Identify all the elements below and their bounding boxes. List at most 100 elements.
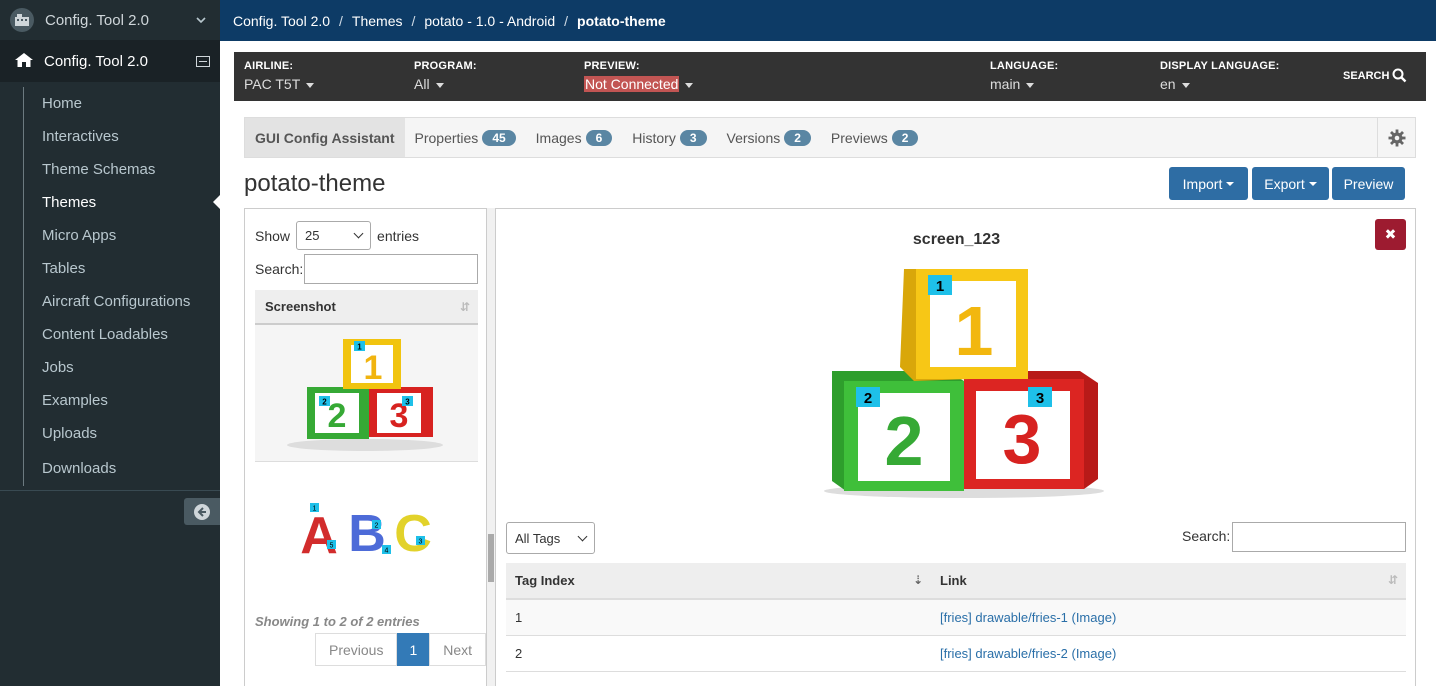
tag-marker-3: 3 <box>1036 390 1044 407</box>
page-title: potato-theme <box>244 170 386 197</box>
page-1-button[interactable]: 1 <box>397 633 430 666</box>
tag-marker-3: 3 <box>405 398 410 407</box>
caret-down-icon <box>1308 181 1317 186</box>
tags-filter-value: All Tags <box>515 530 561 546</box>
link-cell: [fries] drawable/fries-1 (Image) <box>931 599 1406 636</box>
breadcrumb-item[interactable]: potato - 1.0 - Android <box>424 13 555 29</box>
tab-label: GUI Config Assistant <box>255 129 395 146</box>
table-info: Showing 1 to 2 of 2 entries <box>255 614 420 629</box>
sidebar-item-uploads[interactable]: Uploads <box>0 417 220 450</box>
app-logo-icon <box>10 8 34 32</box>
sidebar-item-home[interactable]: Home <box>0 87 220 120</box>
tab-previews[interactable]: Previews 2 <box>821 118 928 157</box>
breadcrumb-separator: / <box>411 12 416 29</box>
tab-properties[interactable]: Properties 45 <box>405 118 526 157</box>
display-language-filter[interactable]: DISPLAY LANGUAGE: en <box>1160 60 1280 92</box>
language-value: main <box>990 76 1021 92</box>
tab-gui-config-assistant[interactable]: GUI Config Assistant <box>245 118 405 157</box>
tag-marker-1: 1 <box>357 343 362 352</box>
screenshot-search-input[interactable] <box>304 254 478 284</box>
breadcrumb-current: potato-theme <box>577 12 666 29</box>
close-button[interactable]: ✖ <box>1375 219 1406 250</box>
sidebar-item-content-loadables[interactable]: Content Loadables <box>0 318 220 351</box>
count-badge: 2 <box>784 129 811 146</box>
screen-name: screen_123 <box>912 231 1001 248</box>
search-label: Search: <box>1182 528 1231 544</box>
sidebar-item-tables[interactable]: Tables <box>0 252 220 285</box>
tag-marker-3: 3 <box>419 539 423 546</box>
preview-button[interactable]: Preview <box>1332 167 1405 200</box>
chevron-down-icon <box>577 531 588 541</box>
sort-icon: ⇵ <box>459 299 470 314</box>
next-page-button[interactable]: Next <box>429 633 487 666</box>
count-badge: 45 <box>482 129 516 146</box>
sidebar-item-themes[interactable]: Themes <box>0 186 220 219</box>
collapse-sidebar-button[interactable] <box>184 498 220 525</box>
breadcrumb: Config. Tool 2.0 / Themes / potato - 1.0… <box>220 0 1436 41</box>
tab-label: History <box>632 129 676 146</box>
previous-page-button[interactable]: Previous <box>315 633 398 666</box>
search-button[interactable]: SEARCH <box>1343 68 1407 83</box>
screen-preview-image: 2 3 1 1 2 3 <box>824 269 1104 498</box>
app-title: Config. Tool 2.0 <box>45 11 149 29</box>
preview-label: PREVIEW: <box>584 60 640 72</box>
gear-icon <box>1388 129 1405 146</box>
scrollbar-thumb[interactable] <box>488 534 494 582</box>
tab-images[interactable]: Images 6 <box>526 118 623 157</box>
pagination: Previous 1 Next <box>315 633 487 666</box>
sidebar-menu: Home Interactives Theme Schemas Themes M… <box>0 87 220 486</box>
airline-filter[interactable]: AIRLINE: PAC T5T <box>244 60 315 92</box>
entries-value: 25 <box>305 228 320 243</box>
sidebar-item-examples[interactable]: Examples <box>0 384 220 417</box>
entries-label: entries <box>377 227 420 244</box>
tags-search-input[interactable] <box>1232 522 1406 552</box>
tag-marker-2: 2 <box>864 390 872 407</box>
home-icon <box>14 52 34 72</box>
tags-filter-select[interactable]: All Tags <box>506 522 595 554</box>
column-label: Tag Index <box>515 573 575 588</box>
sidebar: Config. Tool 2.0 Config. Tool 2.0 Home I… <box>0 0 220 686</box>
panel-scrollbar[interactable] <box>487 208 495 686</box>
sidebar-item-interactives[interactable]: Interactives <box>0 120 220 153</box>
tab-history[interactable]: History 3 <box>622 118 716 157</box>
sidebar-item-micro-apps[interactable]: Micro Apps <box>0 219 220 252</box>
breadcrumb-separator: / <box>339 12 343 29</box>
language-filter[interactable]: LANGUAGE: main <box>990 60 1058 92</box>
tags-table: Tag Index ⇣ Link ⇵ 1 [fries] drawable/frie… <box>506 563 1406 672</box>
airline-label: AIRLINE: <box>244 60 294 72</box>
entries-length: Show 25 entries <box>255 221 419 250</box>
tag-link[interactable]: [fries] drawable/fries-1 (Image) <box>940 610 1116 625</box>
screenshot-row[interactable]: A B C 1 2 3 4 5 <box>255 463 478 603</box>
preview-filter[interactable]: PREVIEW: Not Connected <box>584 60 694 92</box>
tag-marker-4: 4 <box>385 548 389 555</box>
breadcrumb-item[interactable]: Config. Tool 2.0 <box>233 13 330 29</box>
export-button[interactable]: Export <box>1252 167 1329 200</box>
entries-select[interactable]: 25 <box>296 221 372 250</box>
program-filter[interactable]: PROGRAM: All <box>414 60 477 92</box>
sidebar-item-jobs[interactable]: Jobs <box>0 351 220 384</box>
letters-thumbnail: A B C 1 2 3 4 5 <box>300 503 432 565</box>
import-button[interactable]: Import <box>1169 167 1248 200</box>
sidebar-item-theme-schemas[interactable]: Theme Schemas <box>0 153 220 186</box>
export-label: Export <box>1264 175 1305 192</box>
link-column-header[interactable]: Link ⇵ <box>931 563 1406 600</box>
tag-index-column-header[interactable]: Tag Index ⇣ <box>506 563 931 600</box>
sidebar-section-header[interactable]: Config. Tool 2.0 <box>0 41 220 82</box>
tag-link[interactable]: [fries] drawable/fries-2 (Image) <box>940 646 1116 661</box>
sidebar-item-aircraft-configurations[interactable]: Aircraft Configurations <box>0 285 220 318</box>
sort-ascending-icon: ⇣ <box>912 573 923 587</box>
count-badge: 6 <box>585 129 613 146</box>
tab-versions[interactable]: Versions 2 <box>717 118 821 157</box>
settings-button[interactable] <box>1377 118 1415 157</box>
collapse-section-icon[interactable] <box>196 56 210 67</box>
chevron-down-icon[interactable] <box>196 13 220 27</box>
sidebar-item-downloads[interactable]: Downloads <box>0 450 220 486</box>
screenshot-column-header[interactable]: Screenshot ⇵ <box>255 290 478 325</box>
screenshot-row[interactable]: 2 3 1 1 2 3 <box>255 325 478 462</box>
preview-label: Preview <box>1343 175 1394 192</box>
tag-marker-2: 2 <box>322 398 327 407</box>
tab-label: Previews <box>830 129 888 146</box>
app-switcher[interactable]: Config. Tool 2.0 <box>0 0 220 41</box>
breadcrumb-item[interactable]: Themes <box>352 13 403 29</box>
sort-icon: ⇵ <box>1387 573 1398 587</box>
